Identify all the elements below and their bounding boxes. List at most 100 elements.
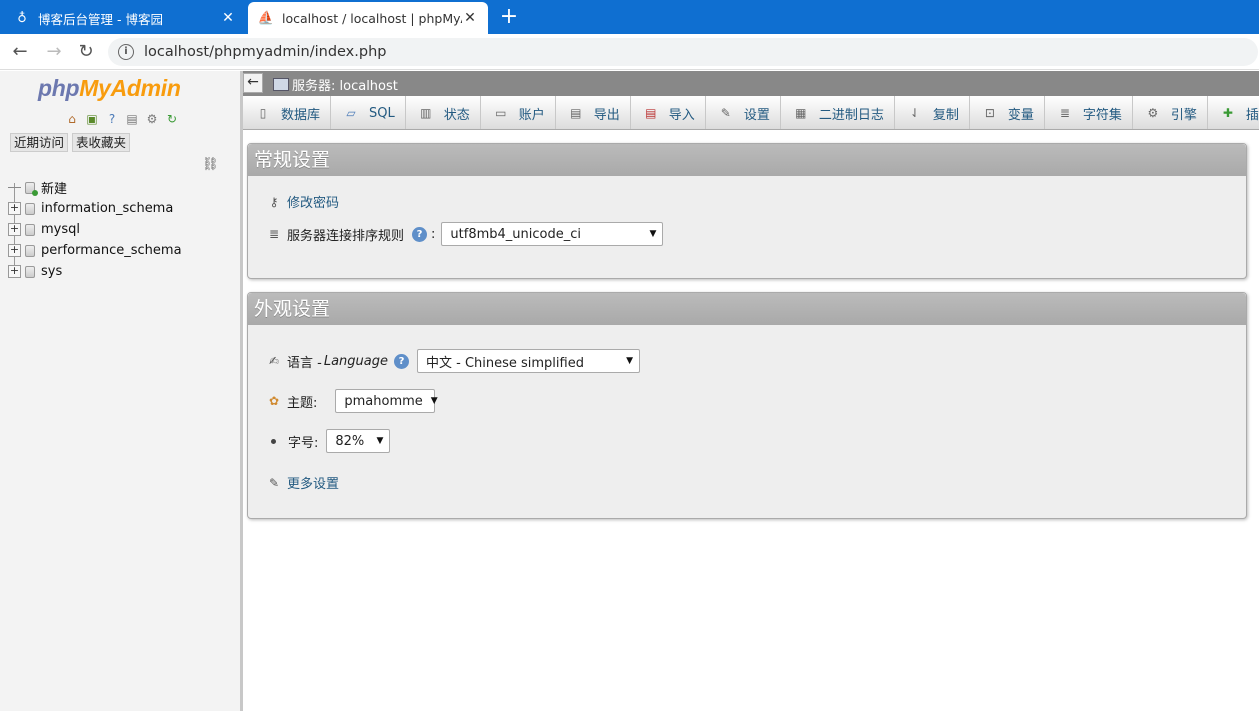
panel-title: 外观设置 [248,293,1246,325]
link-with-main-panel-icon[interactable]: ⛓ [202,157,219,172]
tab-label: 复制 [932,107,959,123]
expand-icon[interactable]: + [8,265,21,278]
theme-select[interactable]: pmahomme ▼ [335,389,438,413]
server-breadcrumb[interactable]: 服务器: localhost [273,75,398,94]
tree-item-sys[interactable]: + sys [8,261,182,282]
browser-tab-phpmyadmin[interactable]: ⛵ localhost / localhost | phpMyA ✕ [248,2,488,34]
tab-accounts[interactable]: ▭ 账户 [481,96,556,129]
tab-label: 导出 [593,107,620,123]
tab-variables[interactable]: ⊡ 变量 [970,96,1045,129]
phpmyadmin-favicon-icon: ⛵ [257,10,275,26]
more-settings-row: ✎ 更多设置 [266,473,339,493]
back-arrow-icon[interactable]: ← [8,40,32,64]
database-icon [25,265,35,278]
tree-item-label: sys [41,264,63,279]
database-icon: ▯ [259,106,267,120]
url-input[interactable]: i localhost/phpmyadmin/index.php [108,38,1258,66]
settings-icon[interactable]: ⚙ [144,111,160,127]
expand-icon[interactable]: + [8,223,21,236]
tab-binary-log[interactable]: ▦ 二进制日志 [781,96,895,129]
font-size-label: 字号: [288,435,319,451]
language-row: ✍ 语言 - Language ? 中文 - Chinese simplifie… [266,349,640,373]
tab-settings[interactable]: ✎ 设置 [706,96,781,129]
tab-label: SQL [369,105,395,121]
palette-icon: ✿ [268,394,280,408]
collapse-navigation-button[interactable]: ← [243,73,263,93]
tree-line [8,187,21,188]
colon: : [431,226,436,242]
tab-label: 变量 [1007,107,1034,123]
tab-databases[interactable]: ▯ 数据库 [243,96,332,129]
close-tab-icon[interactable]: ✕ [220,10,236,26]
tab-sql[interactable]: ▱ SQL [331,96,406,129]
site-info-icon[interactable]: i [118,44,134,60]
logo-text-php: php [38,75,80,101]
close-tab-icon[interactable]: ✕ [462,10,478,26]
appearance-settings-panel: 外观设置 ✍ 语言 - Language ? 中文 - Chinese simp… [247,292,1247,519]
font-size-row: 字号: 82% ▼ [266,429,391,453]
tab-charsets[interactable]: ≣ 字符集 [1045,96,1133,129]
browser-tab-blog[interactable]: ♁ 博客后台管理 - 博客园 ✕ [4,2,246,34]
database-tree: 新建 + information_schema + mysql + perfor… [8,177,182,282]
tab-export[interactable]: ▤ 导出 [556,96,631,129]
favorite-tables-button[interactable]: 表收藏夹 [72,133,131,152]
help-icon[interactable]: ? [104,111,120,127]
help-icon[interactable]: ? [393,353,409,369]
recent-tables-button[interactable]: 近期访问 [10,133,69,152]
tree-item-mysql[interactable]: + mysql [8,219,182,240]
forward-arrow-icon[interactable]: → [42,40,66,64]
change-password-link[interactable]: 修改密码 [287,192,339,211]
tree-item-label: mysql [41,222,80,237]
home-icon[interactable]: ⌂ [64,111,80,127]
plugin-icon: ✚ [1222,106,1233,120]
tree-item-label: information_schema [41,201,174,216]
font-size-select[interactable]: 82% ▼ [326,429,391,453]
binlog-icon: ▦ [795,106,807,120]
quick-links: 近期访问 表收藏夹 [10,133,131,152]
tab-label: 字符集 [1082,107,1122,123]
new-database-icon [25,181,38,196]
tree-item-new[interactable]: 新建 [8,177,182,198]
help-icon[interactable]: ? [412,226,428,242]
tab-replication[interactable]: ⇃ 复制 [895,96,970,129]
tree-item-performance-schema[interactable]: + performance_schema [8,240,182,261]
tab-status[interactable]: ▥ 状态 [406,96,481,129]
reload-icon[interactable]: ↻ [164,111,180,127]
reload-icon[interactable]: ↻ [74,40,98,64]
tab-label: 账户 [518,107,545,123]
dropdown-arrow-icon: ▼ [430,396,438,406]
tab-title: localhost / localhost | phpMyA [282,10,462,26]
exit-icon[interactable]: ▣ [84,111,100,127]
change-password-row: ⚷ 修改密码 [266,192,339,212]
browser-tab-bar: ♁ 博客后台管理 - 博客园 ✕ ⛵ localhost / localhost… [0,0,1259,34]
export-icon: ▤ [570,106,582,120]
navigation-icons: ⌂ ▣ ? ▤ ⚙ ↻ [64,111,180,127]
new-tab-button[interactable]: + [496,5,522,31]
collation-row: ≣ 服务器连接排序规则 ? : utf8mb4_unicode_ci ▼ [266,222,664,246]
language-value: 中文 - Chinese simplified [425,355,584,371]
database-icon [25,244,35,257]
docs-icon[interactable]: ▤ [124,111,140,127]
collation-select[interactable]: utf8mb4_unicode_ci ▼ [441,222,664,246]
variables-icon: ⊡ [984,106,995,120]
server-breadcrumb-bar: ← 服务器: localhost [243,71,1259,96]
bullet [271,438,276,444]
language-select[interactable]: 中文 - Chinese simplified ▼ [416,349,640,373]
charset-icon: ≣ [1059,106,1070,120]
more-settings-link[interactable]: 更多设置 [287,473,339,492]
expand-icon[interactable]: + [8,202,21,215]
tab-import[interactable]: ▤ 导入 [631,96,706,129]
phpmyadmin-logo[interactable]: phpMyAdmin [38,75,181,102]
panel-title: 常规设置 [248,144,1246,176]
dropdown-arrow-icon: ▼ [376,436,384,446]
language-icon: ✍ [268,354,280,368]
tab-label: 插件 [1245,107,1259,123]
dropdown-arrow-icon: ▼ [649,229,657,239]
tree-item-information-schema[interactable]: + information_schema [8,198,182,219]
tab-plugins[interactable]: ✚ 插件 [1208,96,1259,129]
expand-icon[interactable]: + [8,244,21,257]
theme-value: pmahomme [344,393,423,409]
pane-splitter[interactable] [240,71,243,711]
engine-icon: ⚙ [1147,106,1159,120]
tab-engines[interactable]: ⚙ 引擎 [1133,96,1208,129]
